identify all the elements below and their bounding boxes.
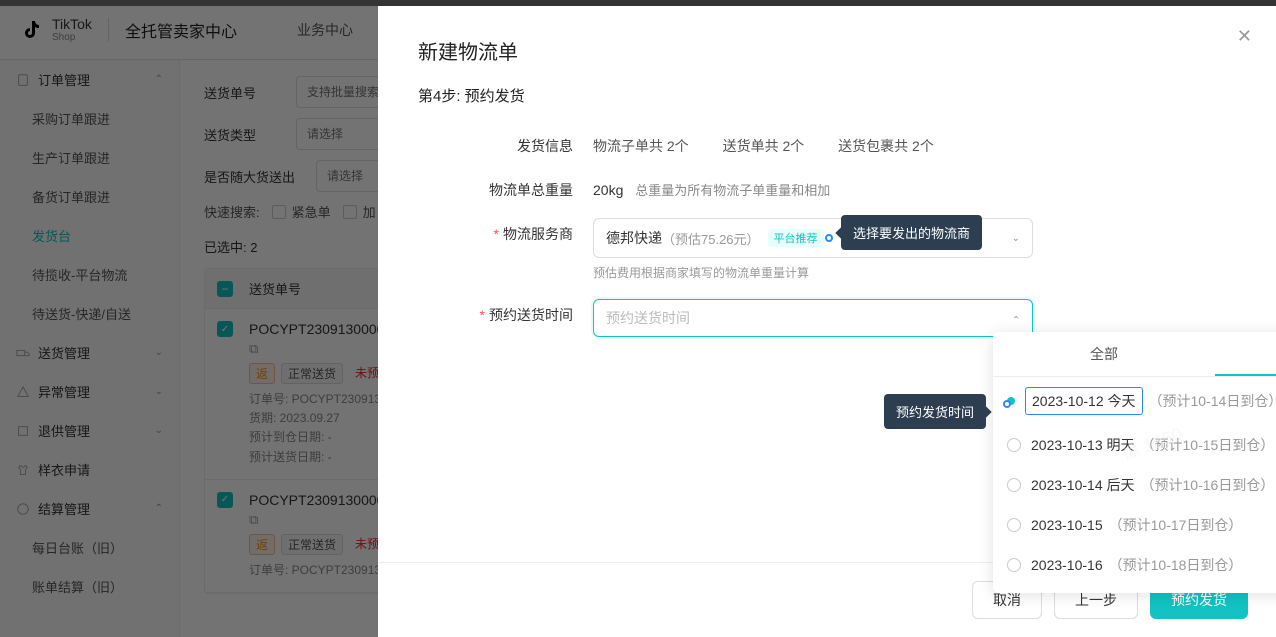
- radio-icon: [1007, 438, 1021, 452]
- time-tooltip: 预约发货时间: [884, 394, 986, 429]
- time-select[interactable]: 预约送货时间 ⌄: [593, 299, 1033, 337]
- date-option-3[interactable]: 2023-10-15 （预计10-17日到仓）: [993, 505, 1276, 545]
- radio-icon: [1007, 478, 1021, 492]
- provider-tooltip: 选择要发出的物流商: [841, 215, 982, 250]
- date-option-2[interactable]: 2023-10-14 后天 （预计10-16日到仓）: [993, 465, 1276, 505]
- date-label: 2023-10-15: [1031, 517, 1103, 533]
- provider-label: *物流服务商: [418, 218, 593, 244]
- ship-info-label: 发货信息: [418, 130, 593, 156]
- date-est: （预计10-18日到仓）: [1109, 555, 1243, 575]
- tooltip-dot: [825, 234, 833, 242]
- date-option-4[interactable]: 2023-10-16 （预计10-18日到仓）: [993, 545, 1276, 585]
- date-est: （预计10-16日到仓）: [1141, 475, 1275, 495]
- ship-info-value: 物流子单共 2个 送货单共 2个 送货包裹共 2个: [593, 130, 1236, 156]
- date-est: （预计10-14日到仓）: [1149, 391, 1276, 411]
- date-option-0[interactable]: 2023-10-12 今天 （预计10-14日到仓）: [993, 377, 1276, 425]
- time-placeholder: 预约送货时间: [606, 308, 1012, 328]
- date-label: 2023-10-16: [1031, 557, 1103, 573]
- provider-hint: 预估费用根据商家填写的物流单重量计算: [593, 264, 1236, 281]
- form-row-weight: 物流单总重量 20kg 总重量为所有物流子单重量和相加: [418, 174, 1236, 200]
- weight-label: 物流单总重量: [418, 174, 593, 200]
- modal-step: 第4步: 预约发货: [418, 85, 1236, 106]
- chevron-up-icon: ⌄: [1012, 313, 1020, 324]
- tab-all[interactable]: 全部: [993, 332, 1215, 376]
- weight-value: 20kg 总重量为所有物流子单重量和相加: [593, 174, 1236, 199]
- date-label: 2023-10-13 明天: [1031, 435, 1135, 455]
- dropdown-tabs: 全部 可预约: [993, 332, 1276, 377]
- date-label: 2023-10-12 今天: [1025, 387, 1143, 415]
- tab-available[interactable]: 可预约: [1215, 332, 1276, 376]
- date-est: （预计10-15日到仓）: [1141, 435, 1275, 455]
- modal-create-logistics: ✕ 新建物流单 第4步: 预约发货 发货信息 物流子单共 2个 送货单共 2个 …: [378, 6, 1276, 637]
- time-dropdown: 全部 可预约 2023-10-12 今天 （预计10-14日到仓） 2023-1…: [993, 332, 1276, 593]
- radio-icon: [1007, 558, 1021, 572]
- provider-estimate: （预估75.26元）: [662, 229, 760, 248]
- date-est: （预计10-17日到仓）: [1109, 515, 1243, 535]
- tooltip-dot: [1003, 400, 1011, 408]
- provider-name: 德邦快递: [606, 228, 662, 248]
- chevron-down-icon: ⌄: [1012, 233, 1020, 244]
- date-label: 2023-10-14 后天: [1031, 475, 1135, 495]
- provider-select[interactable]: 德邦快递 （预估75.26元） 平台推荐 ⌄ 选择要发出的物流商: [593, 218, 1033, 258]
- form-row-provider: *物流服务商 德邦快递 （预估75.26元） 平台推荐 ⌄ 选择要发出的物流商 …: [418, 218, 1236, 281]
- time-label: *预约送货时间: [418, 299, 593, 325]
- date-option-1[interactable]: 2023-10-13 明天 （预计10-15日到仓）: [993, 425, 1276, 465]
- form-row-ship-info: 发货信息 物流子单共 2个 送货单共 2个 送货包裹共 2个: [418, 130, 1236, 156]
- provider-badge: 平台推荐: [768, 229, 824, 247]
- modal-title: 新建物流单: [418, 36, 1236, 65]
- radio-icon: [1007, 518, 1021, 532]
- close-button[interactable]: ✕: [1237, 26, 1252, 47]
